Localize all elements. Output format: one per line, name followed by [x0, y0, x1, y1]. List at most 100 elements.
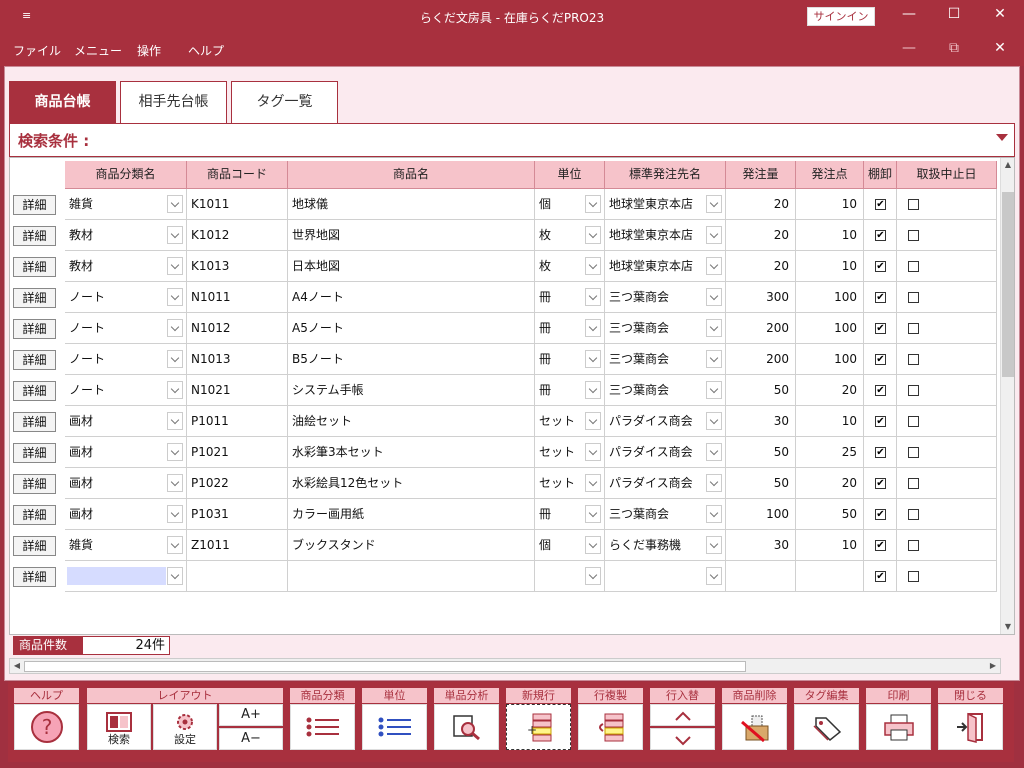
- checkbox[interactable]: [908, 416, 919, 427]
- cell-discontinued[interactable]: [897, 282, 997, 313]
- cell-code[interactable]: N1013: [187, 344, 288, 375]
- checkbox[interactable]: [908, 354, 919, 365]
- cell-order-qty[interactable]: 50: [726, 468, 796, 499]
- cell-name[interactable]: 日本地図: [288, 251, 535, 282]
- tab-products[interactable]: 商品台帳: [9, 81, 116, 123]
- cell-code[interactable]: K1011: [187, 189, 288, 220]
- dropdown-chevron-icon[interactable]: [585, 505, 601, 523]
- cell-discontinued[interactable]: [897, 530, 997, 561]
- cell-supplier[interactable]: 三つ葉商会: [605, 344, 726, 375]
- dropdown-chevron-icon[interactable]: [585, 257, 601, 275]
- cell-discontinued[interactable]: [897, 468, 997, 499]
- dropdown-chevron-icon[interactable]: [167, 350, 183, 368]
- dropdown-chevron-icon[interactable]: [706, 443, 722, 461]
- cell-name[interactable]: [288, 561, 535, 592]
- search-conditions-bar[interactable]: 検索条件 :: [9, 123, 1015, 157]
- cell-inventory[interactable]: ✔: [864, 437, 897, 468]
- print-button[interactable]: [866, 704, 931, 750]
- dropdown-chevron-icon[interactable]: [706, 226, 722, 244]
- dropdown-chevron-icon[interactable]: [585, 443, 601, 461]
- cell-order-point[interactable]: 50: [796, 499, 864, 530]
- cell-discontinued[interactable]: [897, 220, 997, 251]
- cell-inventory[interactable]: ✔: [864, 530, 897, 561]
- scroll-up-icon[interactable]: ▲: [1002, 158, 1014, 172]
- checkbox[interactable]: [908, 199, 919, 210]
- layout-search-button[interactable]: 検索: [87, 704, 151, 750]
- new-row-button[interactable]: +: [506, 704, 571, 750]
- cell-discontinued[interactable]: [897, 406, 997, 437]
- analysis-button[interactable]: [434, 704, 499, 750]
- cell-discontinued[interactable]: [897, 561, 997, 592]
- vertical-scrollbar[interactable]: ▲ ▼: [1000, 158, 1014, 634]
- cell-inventory[interactable]: ✔: [864, 313, 897, 344]
- header-order-qty[interactable]: 発注量: [726, 161, 796, 189]
- dropdown-chevron-icon[interactable]: [167, 319, 183, 337]
- cell-name[interactable]: A4ノート: [288, 282, 535, 313]
- cell-code[interactable]: N1011: [187, 282, 288, 313]
- detail-button[interactable]: 詳細: [13, 257, 56, 277]
- copy-row-button[interactable]: [578, 704, 643, 750]
- cell-code[interactable]: [187, 561, 288, 592]
- checkbox[interactable]: ✔: [875, 354, 886, 365]
- cell-code[interactable]: N1021: [187, 375, 288, 406]
- cell-order-point[interactable]: 25: [796, 437, 864, 468]
- detail-button[interactable]: 詳細: [13, 474, 56, 494]
- cell-order-qty[interactable]: 200: [726, 344, 796, 375]
- dropdown-chevron-icon[interactable]: [585, 226, 601, 244]
- menu-help[interactable]: ヘルプ: [188, 42, 224, 59]
- maximize-icon[interactable]: ☐: [942, 6, 966, 22]
- dropdown-chevron-icon[interactable]: [167, 195, 183, 213]
- cell-order-qty[interactable]: 30: [726, 406, 796, 437]
- dropdown-chevron-icon[interactable]: [706, 195, 722, 213]
- cell-category[interactable]: 教材: [65, 220, 187, 251]
- cell-supplier[interactable]: 地球堂東京本店: [605, 189, 726, 220]
- dropdown-chevron-icon[interactable]: [167, 288, 183, 306]
- cell-name[interactable]: ブックスタンド: [288, 530, 535, 561]
- doc-minimize-icon[interactable]: —: [897, 40, 921, 56]
- cell-unit[interactable]: 冊: [535, 344, 605, 375]
- dropdown-chevron-icon[interactable]: [167, 474, 183, 492]
- cell-category[interactable]: 雑貨: [65, 530, 187, 561]
- cell-code[interactable]: P1022: [187, 468, 288, 499]
- cell-order-point[interactable]: 10: [796, 189, 864, 220]
- dropdown-chevron-icon[interactable]: [167, 226, 183, 244]
- dropdown-chevron-icon[interactable]: [706, 505, 722, 523]
- dropdown-chevron-icon[interactable]: [167, 505, 183, 523]
- cell-unit[interactable]: 個: [535, 189, 605, 220]
- checkbox[interactable]: [908, 509, 919, 520]
- detail-button[interactable]: 詳細: [13, 567, 56, 587]
- dropdown-chevron-icon[interactable]: [706, 536, 722, 554]
- category-button[interactable]: [290, 704, 355, 750]
- cell-order-point[interactable]: [796, 561, 864, 592]
- cell-inventory[interactable]: ✔: [864, 468, 897, 499]
- cell-code[interactable]: P1011: [187, 406, 288, 437]
- detail-button[interactable]: 詳細: [13, 443, 56, 463]
- cell-code[interactable]: Z1011: [187, 530, 288, 561]
- dropdown-chevron-icon[interactable]: [706, 381, 722, 399]
- checkbox[interactable]: [908, 292, 919, 303]
- scroll-thumb[interactable]: [1002, 192, 1014, 377]
- close-icon[interactable]: ✕: [988, 6, 1012, 22]
- detail-button[interactable]: 詳細: [13, 505, 56, 525]
- cell-unit[interactable]: 冊: [535, 282, 605, 313]
- scroll-left-icon[interactable]: ◀: [10, 659, 24, 673]
- checkbox[interactable]: ✔: [875, 261, 886, 272]
- font-decrease-button[interactable]: A−: [219, 728, 283, 750]
- detail-button[interactable]: 詳細: [13, 288, 56, 308]
- cell-name[interactable]: カラー画用紙: [288, 499, 535, 530]
- cell-inventory[interactable]: ✔: [864, 375, 897, 406]
- detail-button[interactable]: 詳細: [13, 350, 56, 370]
- new-row-input[interactable]: [67, 567, 166, 585]
- header-code[interactable]: 商品コード: [187, 161, 288, 189]
- dropdown-chevron-icon[interactable]: [167, 257, 183, 275]
- dropdown-chevron-icon[interactable]: [706, 567, 722, 585]
- horizontal-scrollbar[interactable]: ◀ ▶: [9, 658, 1001, 674]
- cell-order-point[interactable]: 10: [796, 251, 864, 282]
- cell-category[interactable]: 画材: [65, 437, 187, 468]
- cell-supplier[interactable]: パラダイス商会: [605, 437, 726, 468]
- cell-order-point[interactable]: 10: [796, 530, 864, 561]
- signin-button[interactable]: サインイン: [807, 7, 875, 26]
- cell-order-qty[interactable]: 20: [726, 189, 796, 220]
- menu-file[interactable]: ファイル: [13, 42, 61, 59]
- cell-order-qty[interactable]: 20: [726, 220, 796, 251]
